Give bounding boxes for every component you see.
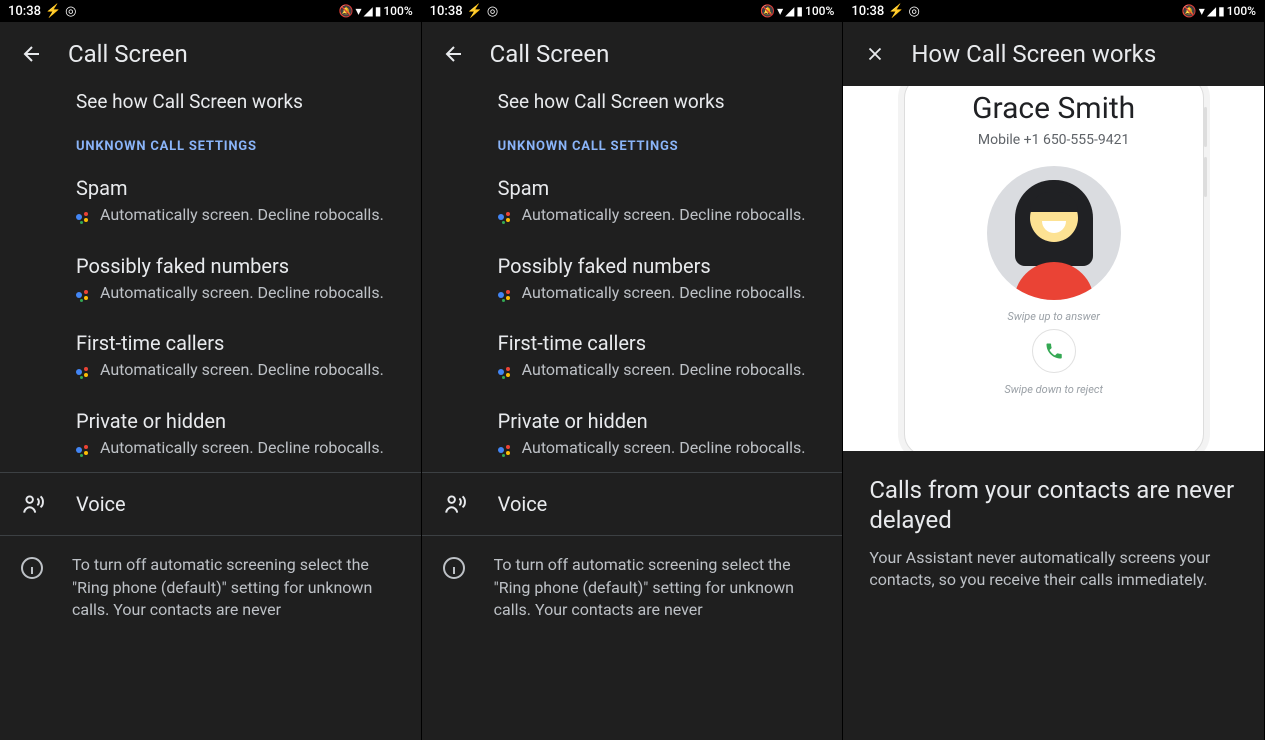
how-it-works-link[interactable]: See how Call Screen works — [0, 86, 421, 131]
app-bar: Call Screen — [422, 22, 843, 86]
explain-body: Your Assistant never automatically scree… — [869, 547, 1238, 592]
swipe-up-label: Swipe up to answer — [905, 310, 1203, 323]
page-title: Call Screen — [68, 40, 188, 68]
signal-icon: ◢ — [1207, 4, 1216, 18]
how-screen: 10:38 ⚡ ◎ 🔕 ▾ ◢ ▮ 100% How Call Screen w… — [843, 0, 1265, 740]
battery-pct: 100% — [383, 4, 412, 18]
assistant-icon — [76, 365, 92, 381]
section-header: Unknown Call Settings — [422, 131, 843, 162]
how-it-works-link[interactable]: See how Call Screen works — [422, 86, 843, 131]
dnd-icon: ◎ — [487, 4, 498, 19]
page-title: Call Screen — [490, 40, 610, 68]
dnd-icon: ◎ — [65, 4, 76, 19]
caller-number: Mobile +1 650-555-9421 — [905, 132, 1203, 148]
phone-frame: Grace Smith Mobile +1 650-555-9421 Swipe… — [904, 86, 1204, 451]
battery-icon: ▮ — [375, 4, 382, 18]
settings-screen-1: 10:38 ⚡ ◎ 🔕 ▾ ◢ ▮ 100% Call Screen See h… — [0, 0, 422, 740]
settings-screen-2: 10:38 ⚡ ◎ 🔕 ▾ ◢ ▮ 100% Call Screen See h… — [422, 0, 844, 740]
back-button[interactable] — [442, 42, 466, 66]
assistant-icon — [76, 443, 92, 459]
bell-off-icon: 🔕 — [339, 4, 354, 18]
explanation: Calls from your contacts are never delay… — [843, 451, 1264, 616]
page-title: How Call Screen works — [911, 40, 1156, 68]
voice-setting[interactable]: Voice — [422, 472, 843, 535]
assistant-icon — [498, 288, 514, 304]
battery-icon: ▮ — [1218, 4, 1225, 18]
swipe-down-label: Swipe down to reject — [905, 383, 1203, 396]
info-icon — [20, 554, 44, 580]
battery-pct: 100% — [1227, 4, 1256, 18]
lightning-icon: ⚡ — [888, 4, 904, 19]
status-time: 10:38 — [8, 4, 41, 19]
info-icon — [442, 554, 466, 580]
bell-off-icon: 🔕 — [760, 4, 775, 18]
battery-pct: 100% — [805, 4, 834, 18]
assistant-icon — [498, 210, 514, 226]
setting-spam[interactable]: Spam Automatically screen. Decline roboc… — [0, 162, 421, 240]
battery-icon: ▮ — [796, 4, 803, 18]
signal-icon: ◢ — [785, 4, 794, 18]
voice-icon — [442, 491, 470, 517]
voice-icon — [20, 491, 48, 517]
setting-faked-numbers[interactable]: Possibly faked numbers Automatically scr… — [0, 240, 421, 318]
explain-headline: Calls from your contacts are never delay… — [869, 475, 1238, 535]
illustration: Grace Smith Mobile +1 650-555-9421 Swipe… — [843, 86, 1264, 451]
assistant-icon — [498, 443, 514, 459]
app-bar: How Call Screen works — [843, 22, 1264, 86]
wifi-icon: ▾ — [777, 4, 783, 18]
setting-spam[interactable]: Spam Automatically screen. Decline roboc… — [422, 162, 843, 240]
caller-name: Grace Smith — [905, 91, 1203, 126]
status-bar: 10:38 ⚡ ◎ 🔕 ▾ ◢ ▮ 100% — [422, 0, 843, 22]
setting-first-time[interactable]: First-time callers Automatically screen.… — [422, 317, 843, 395]
bell-off-icon: 🔕 — [1182, 4, 1197, 18]
setting-faked-numbers[interactable]: Possibly faked numbers Automatically scr… — [422, 240, 843, 318]
setting-first-time[interactable]: First-time callers Automatically screen.… — [0, 317, 421, 395]
info-note: To turn off automatic screening select t… — [0, 535, 421, 621]
answer-button[interactable] — [1032, 329, 1076, 373]
avatar — [987, 166, 1121, 300]
info-note: To turn off automatic screening select t… — [422, 535, 843, 621]
setting-private-hidden[interactable]: Private or hidden Automatically screen. … — [422, 395, 843, 473]
setting-private-hidden[interactable]: Private or hidden Automatically screen. … — [0, 395, 421, 473]
assistant-icon — [498, 365, 514, 381]
lightning-icon: ⚡ — [45, 4, 61, 19]
assistant-icon — [76, 210, 92, 226]
lightning-icon: ⚡ — [467, 4, 483, 19]
wifi-icon: ▾ — [1199, 4, 1205, 18]
status-time: 10:38 — [430, 4, 463, 19]
status-bar: 10:38 ⚡ ◎ 🔕 ▾ ◢ ▮ 100% — [843, 0, 1264, 22]
close-button[interactable] — [863, 42, 887, 66]
voice-setting[interactable]: Voice — [0, 472, 421, 535]
app-bar: Call Screen — [0, 22, 421, 86]
status-time: 10:38 — [851, 4, 884, 19]
back-button[interactable] — [20, 42, 44, 66]
wifi-icon: ▾ — [355, 4, 361, 18]
signal-icon: ◢ — [364, 4, 373, 18]
dnd-icon: ◎ — [908, 4, 919, 19]
status-bar: 10:38 ⚡ ◎ 🔕 ▾ ◢ ▮ 100% — [0, 0, 421, 22]
assistant-icon — [76, 288, 92, 304]
section-header: Unknown Call Settings — [0, 131, 421, 162]
